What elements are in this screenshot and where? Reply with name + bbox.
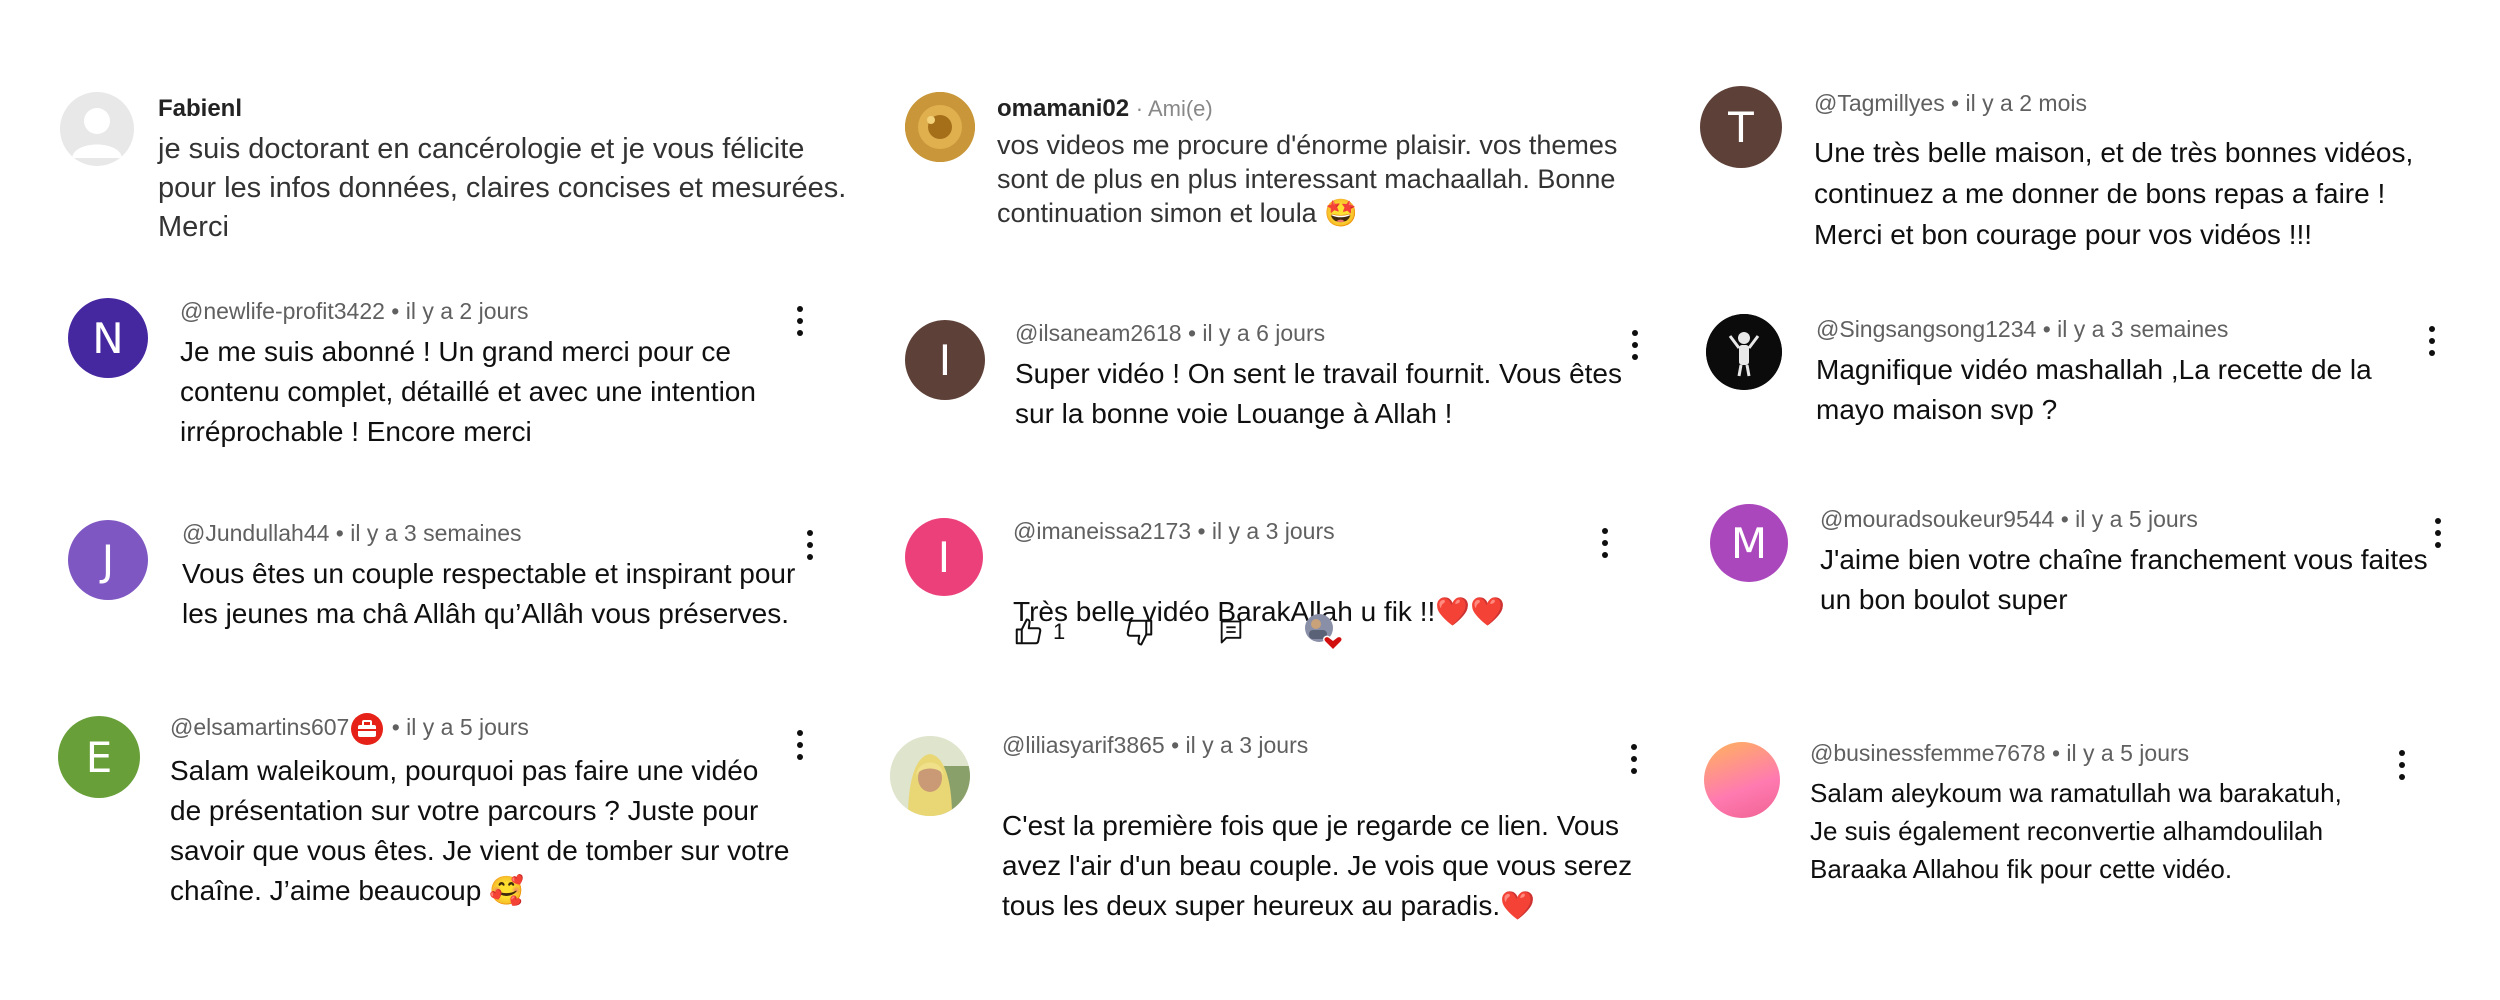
avatar-initial: M [1730,518,1768,568]
more-options-icon[interactable] [796,306,804,336]
comment-text: Super vidéo ! On sent le travail fournit… [1015,358,1623,429]
comment-newlife: N @newlife-profit3422 • il y a 2 jours J… [68,296,828,456]
more-options-icon[interactable] [1630,744,1638,774]
avatar-initial: N [92,313,124,363]
reply-icon [1220,620,1242,644]
comment-author[interactable]: omamani02 [997,95,1129,122]
comment-text: J'aime bien votre chaîne franchement vou… [1820,544,2428,615]
avatar-initial: J [101,535,115,585]
comment-author[interactable]: @Jundullah44 [182,520,329,546]
comment-header: @liliasyarif3865 • il y a 3 jours [1002,730,1662,760]
avatar-default-icon[interactable] [60,92,134,166]
comment-imaneissa: I @imaneissa2173 • il y a 3 jours Très b… [905,516,1665,656]
comment-author[interactable]: @imaneissa2173 [1013,518,1191,544]
membership-badge-icon [351,712,384,745]
comment-author[interactable]: @ilsaneam2618 [1015,320,1182,346]
avatar-initial-icon[interactable]: I [905,518,983,596]
more-options-icon[interactable] [796,730,804,760]
comment-time[interactable]: • il y a 3 semaines [2043,316,2229,342]
comment-text: Vous êtes un couple respectable et inspi… [182,558,796,629]
comment-header: omamani02 · Ami(e) [997,94,1647,124]
comment-time[interactable]: • il y a 2 jours [391,298,528,324]
avatar-initial-icon[interactable]: J [68,520,148,600]
comment-text: vos videos me procure d'énorme plaisir. … [997,130,1618,228]
creator-heart-icon [1305,614,1344,652]
comment-text: Salam aleykoum wa ramatullah wa barakatu… [1810,778,2342,884]
comment-time[interactable]: • il y a 3 jours [1171,732,1308,758]
avatar-initial-icon[interactable]: T [1700,86,1782,168]
more-options-icon[interactable] [2434,518,2442,548]
comment-time[interactable]: • il y a 5 jours [2061,506,2198,532]
avatar-initial: T [1728,102,1754,152]
comment-actions: 1 [1013,612,1383,652]
comment-author[interactable]: Fabienl [158,94,858,124]
comment-businessfemme: @businessfemme7678 • il y a 5 jours Sala… [1704,738,2464,888]
comment-liliasyarif: @liliasyarif3865 • il y a 3 jours C'est … [890,730,1670,921]
comment-header: @ilsaneam2618 • il y a 6 jours [1015,318,1655,348]
avatar-initial-icon[interactable]: N [68,298,148,378]
comment-jundullah: J @Jundullah44 • il y a 3 semaines Vous … [68,518,828,648]
avatar-initial: E [85,732,113,782]
more-options-icon[interactable] [2428,326,2436,356]
avatar-initial-icon[interactable]: M [1710,504,1788,582]
comment-singsangsong: @Singsangsong1234 • il y a 3 semaines Ma… [1706,314,2466,434]
avatar-photo-icon[interactable] [890,736,970,816]
creator-heart [1303,612,1344,652]
comment-text: Salam waleikoum, pourquoi pas faire une … [170,754,790,906]
comment-header: @businessfemme7678 • il y a 5 jours [1810,738,2450,768]
like-count: 1 [1053,619,1066,644]
comment-omamani: omamani02 · Ami(e) vos videos me procure… [905,92,1665,242]
avatar-initial: I [938,335,952,385]
comment-author[interactable]: @Singsangsong1234 [1816,316,2036,342]
comment-mouradsoukeur: M @mouradsoukeur9544 • il y a 5 jours J'… [1710,504,2470,634]
avatar-initial-icon[interactable]: E [58,716,140,798]
more-options-icon[interactable] [1601,528,1609,558]
comment-fabienl: Fabienl je suis doctorant en cancérologi… [60,90,860,250]
avatar-photo-icon[interactable] [1706,314,1782,390]
avatar-gradient-icon[interactable] [1704,742,1780,818]
comment-elsamartins: E @elsamartins607 • il y a 5 jours Salam… [58,712,838,922]
reply-button[interactable] [1217,618,1245,646]
comment-text-row: C'est la première fois que je regarde ce… [1002,766,1662,926]
comment-header: @Singsangsong1234 • il y a 3 semaines [1816,314,2456,344]
comment-time[interactable]: • il y a 3 semaines [336,520,522,546]
comment-time[interactable]: • il y a 3 jours [1197,518,1334,544]
comment-text: je suis doctorant en cancérologie et je … [158,133,847,243]
comment-time[interactable]: • il y a 5 jours [2052,740,2189,766]
comment-header: @elsamartins607 • il y a 5 jours [170,712,830,745]
comment-text: Je me suis abonné ! Un grand merci pour … [180,336,756,447]
comment-author[interactable]: @Tagmillyes [1814,90,1945,116]
thumbs-down-icon [1126,619,1153,646]
more-options-icon[interactable] [1631,330,1639,360]
heart-emoji: ❤️❤️ [1435,596,1506,627]
friend-label: · Ami(e) [1135,96,1213,121]
comment-text: C'est la première fois que je regarde ce… [1002,810,1633,921]
comment-ilsaneam: I @ilsaneam2618 • il y a 6 jours Super v… [905,318,1665,448]
comment-header: @newlife-profit3422 • il y a 2 jours [180,296,800,326]
comment-header: @imaneissa2173 • il y a 3 jours [1013,516,1653,546]
comment-time[interactable]: • il y a 6 jours [1188,320,1325,346]
comment-header: @Jundullah44 • il y a 3 semaines [182,518,822,548]
avatar-photo-icon[interactable] [905,92,975,162]
comment-time[interactable]: • il y a 5 jours [392,714,529,740]
more-options-icon[interactable] [2398,750,2406,780]
heart-emoji: ❤️ [1500,890,1535,921]
comment-tagmillyes: T @Tagmillyes • il y a 2 mois Une très b… [1700,86,2460,256]
avatar-initial-icon[interactable]: I [905,320,985,400]
comment-author[interactable]: @liliasyarif3865 [1002,732,1165,758]
comment-header: @Tagmillyes • il y a 2 mois [1814,88,2454,118]
dislike-button[interactable] [1125,617,1155,647]
avatar-initial: I [937,532,951,582]
comment-author[interactable]: @businessfemme7678 [1810,740,2046,766]
more-options-icon[interactable] [806,530,814,560]
comment-author[interactable]: @newlife-profit3422 [180,298,385,324]
like-button[interactable]: 1 [1013,617,1065,647]
comment-author[interactable]: @elsamartins607 [170,714,349,740]
comment-text: Une très belle maison, et de très bonnes… [1814,137,2414,250]
comment-text: Magnifique vidéo mashallah ,La recette d… [1816,354,2372,425]
thumbs-up-icon [1015,618,1042,645]
comment-time[interactable]: • il y a 2 mois [1951,90,2087,116]
comment-header: @mouradsoukeur9544 • il y a 5 jours [1820,504,2460,534]
comment-author[interactable]: @mouradsoukeur9544 [1820,506,2054,532]
